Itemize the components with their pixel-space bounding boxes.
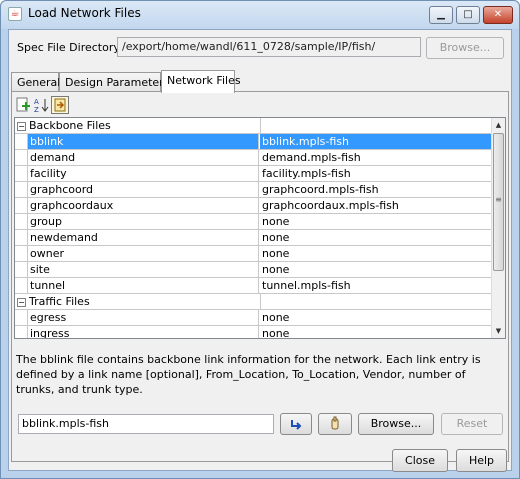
hand-icon [331,416,339,430]
table-row[interactable]: site none [15,262,493,278]
table-row[interactable]: demand demand.mpls-fish [15,150,493,166]
file-name-cell[interactable]: none [260,246,493,261]
file-type-cell[interactable]: demand [27,150,259,165]
group-label: Backbone Files [29,119,111,132]
file-name-cell[interactable]: bblink.mpls-fish [260,134,493,149]
table-row[interactable]: graphcoordaux graphcoordaux.mpls-fish [15,198,493,214]
table-row[interactable]: facility facility.mpls-fish [15,166,493,182]
spec-browse-button[interactable]: Browse... [426,37,504,59]
dialog-window: ☕ Load Network Files ▁ □ ✕ Spec File Dir… [0,0,520,479]
file-type-cell[interactable]: egress [27,310,259,325]
table-row[interactable]: group none [15,214,493,230]
file-name-cell[interactable]: graphcoord.mpls-fish [260,182,493,197]
collapse-icon[interactable]: − [17,121,26,131]
close-window-button[interactable]: ✕ [483,6,513,24]
file-type-cell[interactable]: newdemand [27,230,259,245]
maximize-icon: □ [463,9,473,20]
edit-file-button[interactable] [318,413,352,435]
network-files-table: − Backbone Files bblink bblink.mpls-fish … [14,117,506,339]
file-name-cell[interactable]: graphcoordaux.mpls-fish [260,198,493,213]
spec-dir-label: Spec File Directory: [17,41,123,54]
file-name-input[interactable]: bblink.mpls-fish [18,414,274,434]
table-scrollbar[interactable]: ▲ ≡ ▼ [491,118,505,338]
tab-design-parameters[interactable]: Design Parameters [59,72,169,92]
file-type-cell[interactable]: owner [27,246,259,261]
group-row-backbone[interactable]: − Backbone Files [15,118,493,134]
spec-dir-field[interactable]: /export/home/wandl/611_0728/sample/IP/fi… [117,37,421,57]
minimize-icon: ▁ [437,9,445,20]
table-row[interactable]: owner none [15,246,493,262]
minimize-button[interactable]: ▁ [429,6,453,24]
file-type-cell[interactable]: site [27,262,259,277]
group-row-traffic[interactable]: − Traffic Files [15,294,493,310]
tab-bar: General Design Parameters Network Files [11,70,511,93]
file-name-cell[interactable]: demand.mpls-fish [260,150,493,165]
file-name-cell[interactable]: facility.mpls-fish [260,166,493,181]
close-button[interactable]: Close [392,449,448,472]
arrow-return-icon [291,420,302,430]
tab-general[interactable]: General [11,72,60,92]
table-row[interactable]: bblink bblink.mpls-fish [15,134,493,150]
svg-text:A: A [34,98,39,106]
file-name-cell[interactable]: none [260,310,493,325]
file-type-cell[interactable]: bblink [27,134,259,149]
file-type-cell[interactable]: facility [27,166,259,181]
dialog-body: Spec File Directory: /export/home/wandl/… [8,29,512,471]
file-browse-button[interactable]: Browse... [358,413,434,435]
network-files-panel: AZ − Backbone Files bblink bblink.mpls-fi… [11,91,509,462]
group-label: Traffic Files [29,295,90,308]
file-name-cell[interactable]: tunnel.mpls-fish [260,278,493,293]
maximize-button[interactable]: □ [456,6,480,24]
reset-button[interactable]: Reset [441,413,503,435]
tab-network-files[interactable]: Network Files [161,70,241,93]
svg-text:Z: Z [34,106,39,113]
collapse-icon[interactable]: − [17,297,26,307]
file-description: The bblink file contains backbone link i… [16,353,481,396]
table-row[interactable]: newdemand none [15,230,493,246]
scroll-down-icon[interactable]: ▼ [492,324,505,338]
file-type-cell[interactable]: ingress [27,326,259,338]
title-bar[interactable]: ☕ Load Network Files ▁ □ ✕ [1,1,519,29]
file-name-cell[interactable]: none [260,214,493,229]
file-type-cell[interactable]: tunnel [27,278,259,293]
file-name-cell[interactable]: none [260,262,493,277]
load-icon[interactable] [51,96,69,114]
window-title: Load Network Files [28,6,141,20]
file-type-cell[interactable]: group [27,214,259,229]
add-file-icon[interactable] [14,96,32,114]
help-button[interactable]: Help [456,449,507,472]
table-row[interactable]: egress none [15,310,493,326]
table-row[interactable]: tunnel tunnel.mpls-fish [15,278,493,294]
java-cup-icon: ☕ [8,7,22,21]
file-type-cell[interactable]: graphcoordaux [27,198,259,213]
file-type-cell[interactable]: graphcoord [27,182,259,197]
scroll-thumb[interactable]: ≡ [493,133,504,271]
sort-az-icon[interactable]: AZ [32,96,50,114]
file-name-cell[interactable]: none [260,326,493,338]
scroll-up-icon[interactable]: ▲ [492,118,505,132]
file-name-cell[interactable]: none [260,230,493,245]
table-row[interactable]: ingress none [15,326,493,338]
apply-button[interactable] [280,413,312,435]
table-row[interactable]: graphcoord graphcoord.mpls-fish [15,182,493,198]
close-icon: ✕ [493,9,503,20]
